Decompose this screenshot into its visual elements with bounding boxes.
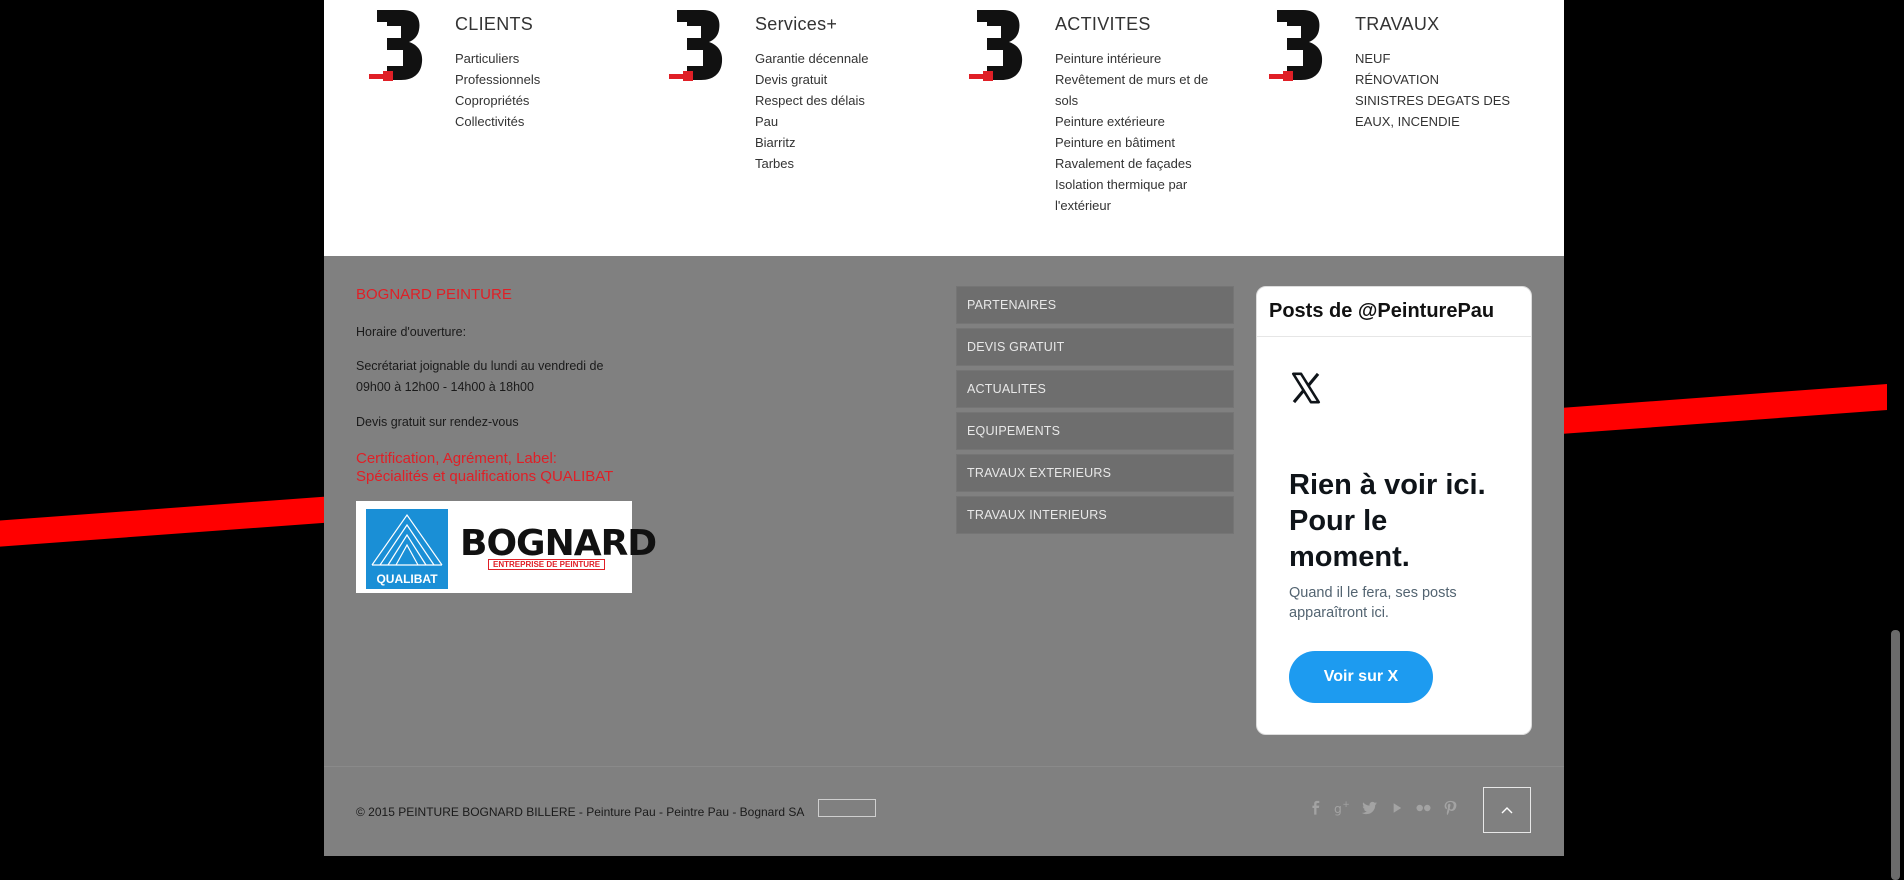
link-respect-delais[interactable]: Respect des délais: [755, 90, 925, 111]
scroll-to-top-button[interactable]: [1483, 787, 1531, 833]
services-section: CLIENTS Particuliers Professionnels Copr…: [324, 0, 1564, 256]
certification-heading: Certification, Agrément, Label: Spéciali…: [356, 450, 613, 486]
link-ravalement-facades[interactable]: Ravalement de façades: [1055, 153, 1225, 174]
menu-item-travaux-exterieurs[interactable]: TRAVAUX EXTERIEURS: [956, 454, 1234, 492]
link-pau[interactable]: Pau: [755, 111, 925, 132]
bognard-b-logo-icon: [369, 10, 423, 81]
copyright-text: © 2015 PEINTURE BOGNARD BILLERE - Peintu…: [356, 805, 805, 819]
link-particuliers[interactable]: Particuliers: [455, 48, 625, 69]
link-coproprietes[interactable]: Copropriétés: [455, 90, 625, 111]
menu-item-partenaires[interactable]: PARTENAIRES: [956, 286, 1234, 324]
social-links: g +: [1306, 798, 1460, 818]
link-sinistres[interactable]: SINISTRES DEGATS DES EAUX, INCENDIE: [1355, 90, 1525, 132]
link-isolation-thermique[interactable]: Isolation thermique par l'extérieur: [1055, 174, 1225, 216]
column-title: Services+: [755, 14, 838, 34]
column-title: TRAVAUX: [1355, 14, 1440, 34]
link-renovation[interactable]: RÉNOVATION: [1355, 69, 1525, 90]
youtube-icon[interactable]: [1387, 798, 1406, 818]
link-biarritz[interactable]: Biarritz: [755, 132, 925, 153]
company-name: BOGNARD PEINTURE: [356, 286, 512, 303]
view-on-x-button[interactable]: Voir sur X: [1289, 651, 1433, 703]
bognard-b-logo-icon: [969, 10, 1023, 81]
free-quote-text: Devis gratuit sur rendez-vous: [356, 415, 519, 429]
link-revetement-murs-sols[interactable]: Revêtement de murs et de sols: [1055, 69, 1225, 111]
certification-line-2: Spécialités et qualifications QUALIBAT: [356, 468, 614, 485]
decorative-stripe-right: [1560, 380, 1904, 434]
link-devis-gratuit[interactable]: Devis gratuit: [755, 69, 925, 90]
twitter-icon[interactable]: [1360, 798, 1379, 818]
link-peinture-interieure[interactable]: Peinture intérieure: [1055, 48, 1225, 69]
qualibat-logo: QUALIBAT: [366, 509, 448, 589]
svg-text:+: +: [1343, 800, 1350, 810]
flickr-icon[interactable]: [1414, 798, 1433, 818]
copyright-bar: © 2015 PEINTURE BOGNARD BILLERE - Peintu…: [324, 766, 1564, 856]
decorative-stripe-left: [0, 495, 341, 548]
svg-text:g: g: [1334, 802, 1342, 816]
empty-timeline-headline: Rien à voir ici. Pour le moment.: [1289, 469, 1486, 573]
column-links: Particuliers Professionnels Copropriétés…: [455, 48, 625, 132]
broken-image-placeholder: [818, 799, 876, 817]
bognard-logo-text: BOGNARD: [460, 523, 657, 564]
facebook-icon[interactable]: [1306, 798, 1325, 818]
opening-hours-label: Horaire d'ouverture:: [356, 325, 467, 339]
chevron-up-icon: [1501, 807, 1513, 814]
column-title: ACTIVITES: [1055, 14, 1151, 34]
google-plus-icon[interactable]: g +: [1333, 798, 1352, 818]
window-scrollbar[interactable]: [1887, 0, 1904, 880]
column-links: NEUF RÉNOVATION SINISTRES DEGATS DES EAU…: [1355, 48, 1525, 132]
pinterest-icon[interactable]: [1441, 798, 1460, 818]
link-collectivites[interactable]: Collectivités: [455, 111, 625, 132]
bognard-b-logo-icon: [669, 10, 723, 81]
column-links: Peinture intérieure Revêtement de murs e…: [1055, 48, 1225, 216]
twitter-timeline-widget: Posts de @PeinturePau Rien à voir ici. P…: [1256, 286, 1532, 735]
link-neuf[interactable]: NEUF: [1355, 48, 1525, 69]
page-content: CLIENTS Particuliers Professionnels Copr…: [324, 0, 1564, 856]
link-professionnels[interactable]: Professionnels: [455, 69, 625, 90]
link-peinture-batiment[interactable]: Peinture en bâtiment: [1055, 132, 1225, 153]
link-peinture-exterieure[interactable]: Peinture extérieure: [1055, 111, 1225, 132]
column-links: Garantie décennale Devis gratuit Respect…: [755, 48, 925, 174]
menu-item-equipements[interactable]: EQUIPEMENTS: [956, 412, 1234, 450]
twitter-widget-header[interactable]: Posts de @PeinturePau: [1257, 287, 1531, 337]
bognard-logo-subtitle: ENTREPRISE DE PEINTURE: [488, 559, 606, 570]
menu-item-actualites[interactable]: ACTUALITES: [956, 370, 1234, 408]
qualibat-label: QUALIBAT: [376, 572, 438, 586]
link-tarbes[interactable]: Tarbes: [755, 153, 925, 174]
menu-item-devis-gratuit[interactable]: DEVIS GRATUIT: [956, 328, 1234, 366]
qualibat-pyramid-icon: [371, 513, 443, 566]
bognard-b-logo-icon: [1269, 10, 1323, 81]
column-title: CLIENTS: [455, 14, 534, 34]
scrollbar-thumb[interactable]: [1891, 630, 1900, 880]
x-logo-icon: [1291, 372, 1321, 404]
secretariat-hours: Secrétariat joignable du lundi au vendre…: [356, 359, 604, 394]
certification-logos[interactable]: QUALIBAT BOGNARD ENTREPRISE DE PEINTURE: [356, 501, 657, 593]
link-garantie-decennale[interactable]: Garantie décennale: [755, 48, 925, 69]
menu-item-travaux-interieurs[interactable]: TRAVAUX INTERIEURS: [956, 496, 1234, 534]
footer-section: BOGNARD PEINTURE Horaire d'ouverture: Se…: [324, 256, 1564, 766]
footer-menu: PARTENAIRES DEVIS GRATUIT ACTUALITES EQU…: [956, 286, 1234, 538]
empty-timeline-subtext: Quand il le fera, ses posts apparaîtront…: [1289, 585, 1457, 621]
certification-line-1: Certification, Agrément, Label:: [356, 450, 557, 467]
